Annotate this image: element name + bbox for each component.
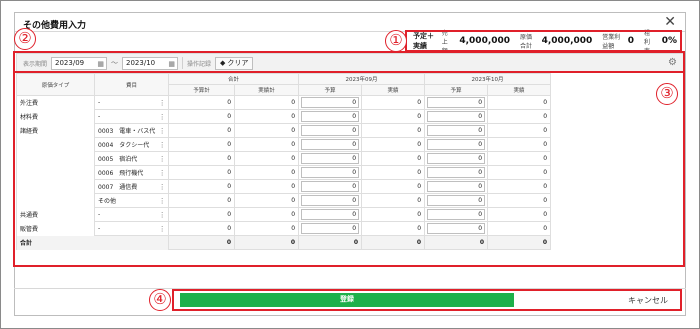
annotation-number-4: ④ (149, 289, 171, 311)
close-icon[interactable]: ✕ (664, 15, 676, 29)
annotation-box-4 (172, 289, 682, 311)
annotation-box-2 (13, 51, 685, 73)
dialog-title: その他費用入力 (23, 21, 87, 31)
annotation-number-2: ② (14, 28, 36, 50)
annotation-number-3: ③ (656, 83, 678, 105)
annotation-box-3 (13, 71, 685, 267)
annotation-number-1: ① (385, 30, 407, 52)
annotation-box-1 (405, 30, 682, 52)
